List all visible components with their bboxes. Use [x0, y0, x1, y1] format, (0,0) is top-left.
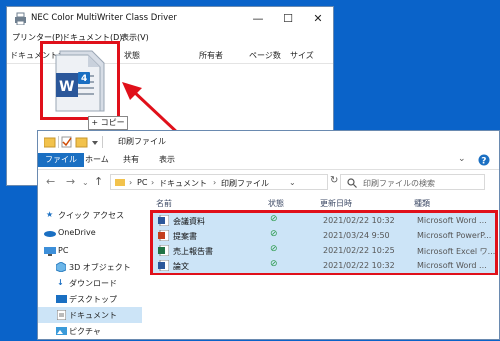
tab-view[interactable]: 表示 — [152, 153, 182, 167]
col-modified[interactable]: 更新日時 — [320, 198, 352, 209]
file-name: 提案書 — [173, 232, 197, 241]
sync-ok-icon: ⊘ — [270, 259, 278, 269]
sidebar-item-label: OneDrive — [58, 228, 96, 237]
breadcrumb-print-files[interactable]: 印刷ファイル — [221, 178, 269, 189]
powerpoint-file-icon — [158, 230, 169, 241]
sidebar-item-onedrive[interactable]: OneDrive — [38, 225, 142, 241]
sidebar-item-label: ピクチャ — [69, 327, 101, 336]
pc-icon — [44, 247, 56, 256]
chevron-down-icon[interactable]: ⌄ — [458, 154, 466, 164]
file-name: 会議資料 — [173, 217, 205, 226]
cube-icon — [56, 262, 66, 272]
close-button[interactable]: ✕ — [303, 7, 333, 31]
breadcrumb-sep-icon: › — [151, 178, 155, 187]
breadcrumb-sep-icon: › — [129, 178, 133, 187]
explorer-title: 印刷ファイル — [118, 137, 166, 146]
word-file-icon — [158, 215, 169, 226]
col-status[interactable]: 状態 — [268, 198, 284, 209]
sidebar-item-3d-objects[interactable]: 3D オブジェクト — [38, 259, 142, 275]
table-row[interactable]: 提案書 ⊘ 2021/03/24 9:50 Microsoft PowerP..… — [153, 228, 495, 243]
pictures-icon — [56, 327, 67, 335]
sidebar-item-quick-access[interactable]: ★ クイック アクセス — [38, 207, 142, 223]
file-type: Microsoft Word ... — [417, 261, 487, 270]
word-document-icon[interactable]: W 4 — [48, 47, 110, 115]
sidebar-item-documents[interactable]: ドキュメント — [38, 307, 142, 323]
file-list: 名前 状態 更新日時 種類 会議資料 ⊘ 2021/02/22 10:32 Mi… — [150, 195, 500, 341]
sidebar-item-label: ドキュメント — [69, 311, 117, 320]
sidebar-item-desktop[interactable]: デスクトップ — [38, 291, 142, 307]
up-arrow-icon[interactable]: ↑ — [94, 175, 103, 188]
printer-icon — [15, 12, 26, 25]
file-type: Microsoft Word ... — [417, 216, 487, 225]
documents-icon — [57, 310, 66, 320]
sidebar-item-label: クイック アクセス — [58, 211, 125, 220]
col-owner[interactable]: 所有者 — [199, 50, 223, 61]
file-type: Microsoft PowerP... — [417, 231, 492, 240]
sidebar-item-label: 3D オブジェクト — [69, 263, 131, 272]
star-icon: ★ — [46, 210, 54, 219]
explorer-titlebar: 印刷ファイル — [38, 131, 499, 151]
breadcrumb-sep-icon: › — [213, 178, 217, 187]
address-bar[interactable]: › PC › ドキュメント › 印刷ファイル ⌄ — [110, 174, 328, 190]
col-pages[interactable]: ページ数 — [249, 50, 281, 61]
tab-share[interactable]: 共有 — [116, 153, 146, 167]
address-dropdown-icon[interactable]: ⌄ — [289, 178, 296, 187]
ribbon-tabs: ファイル ホーム 共有 表示 ⌄ ? — [38, 151, 499, 170]
svg-text:W: W — [59, 79, 74, 95]
sync-ok-icon: ⊘ — [270, 214, 278, 224]
forward-arrow-icon[interactable]: → — [66, 175, 75, 188]
sidebar-item-pc[interactable]: PC — [38, 243, 142, 259]
printer-window-titlebar: NEC Color MultiWriter Class Driver — ☐ ✕ — [7, 7, 333, 31]
file-type: Microsoft Excel ワ... — [417, 247, 495, 256]
refresh-icon[interactable]: ↻ — [330, 175, 338, 186]
cloud-icon — [44, 231, 56, 237]
folder-icon — [115, 179, 125, 186]
table-row[interactable]: 論文 ⊘ 2021/02/22 10:32 Microsoft Word ... — [153, 258, 495, 273]
download-icon: ↓ — [57, 278, 64, 287]
file-name: 売上報告書 — [173, 247, 213, 256]
search-icon — [347, 178, 357, 188]
minimize-button[interactable]: — — [243, 7, 273, 31]
sync-ok-icon: ⊘ — [270, 244, 278, 254]
sync-ok-icon: ⊘ — [270, 229, 278, 239]
printer-window-title: NEC Color MultiWriter Class Driver — [31, 13, 177, 23]
svg-text:?: ? — [481, 157, 486, 167]
file-date: 2021/02/22 10:32 — [323, 261, 395, 270]
address-row: ← → ⌄ ↑ › PC › ドキュメント › 印刷ファイル ⌄ ↻ 印刷ファイ… — [38, 169, 499, 195]
desktop-icon — [56, 295, 67, 303]
file-date: 2021/02/22 10:25 — [323, 246, 395, 255]
word-file-icon — [158, 260, 169, 271]
col-name[interactable]: 名前 — [156, 198, 172, 209]
recent-chevron-icon[interactable]: ⌄ — [82, 178, 89, 187]
back-arrow-icon[interactable]: ← — [46, 175, 55, 188]
col-type[interactable]: 種類 — [414, 198, 430, 209]
col-size[interactable]: サイズ — [290, 50, 314, 61]
col-status[interactable]: 状態 — [124, 50, 140, 61]
search-placeholder: 印刷ファイルの検索 — [363, 179, 435, 188]
help-icon[interactable]: ? — [478, 154, 490, 166]
table-row[interactable]: 会議資料 ⊘ 2021/02/22 10:32 Microsoft Word .… — [153, 213, 495, 228]
table-row[interactable]: 売上報告書 ⊘ 2021/02/22 10:25 Microsoft Excel… — [153, 243, 495, 258]
tab-home[interactable]: ホーム — [78, 153, 116, 167]
navigation-pane: ★ クイック アクセス OneDrive PC 3D オブジェクト ↓ ダウンロ… — [38, 195, 142, 341]
maximize-button[interactable]: ☐ — [273, 7, 303, 31]
file-date: 2021/02/22 10:32 — [323, 216, 395, 225]
file-date: 2021/03/24 9:50 — [323, 231, 390, 240]
breadcrumb-documents[interactable]: ドキュメント — [159, 178, 207, 189]
sidebar-item-downloads[interactable]: ↓ ダウンロード — [38, 275, 142, 291]
sidebar-item-pictures[interactable]: ピクチャ — [38, 323, 142, 339]
excel-file-icon — [158, 245, 169, 256]
breadcrumb-pc[interactable]: PC — [137, 178, 147, 187]
drag-count-badge: 4 — [81, 74, 87, 84]
sidebar-item-label: デスクトップ — [69, 295, 117, 304]
explorer-window: 印刷ファイル ファイル ホーム 共有 表示 ⌄ ? ← → ⌄ ↑ › PC ›… — [37, 130, 500, 340]
sidebar-item-label: PC — [58, 246, 69, 255]
search-box[interactable]: 印刷ファイルの検索 — [340, 174, 485, 190]
sidebar-item-label: ダウンロード — [69, 279, 117, 288]
menu-view[interactable]: 表示(V) — [121, 32, 149, 43]
file-name: 論文 — [173, 262, 189, 271]
quick-access-toolbar[interactable] — [44, 136, 104, 148]
